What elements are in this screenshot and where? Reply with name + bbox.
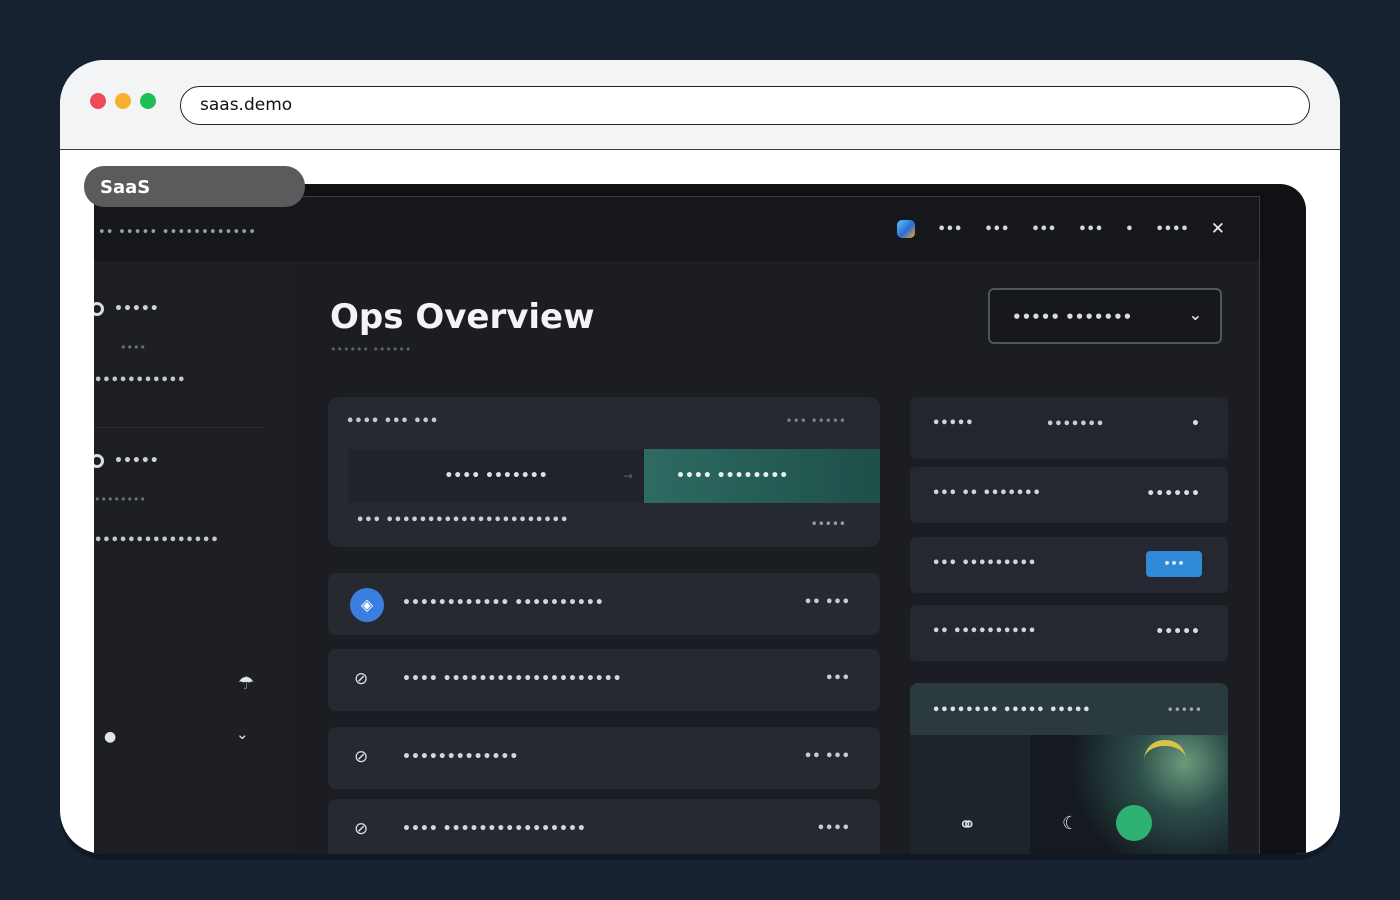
- preview-card[interactable]: •••••••• ••••• ••••• ••••• ⚭ ☾: [910, 683, 1228, 854]
- sidebar-item-sub: ••••: [120, 341, 146, 354]
- list-item-label: •••• ••••••••••••••••: [402, 821, 586, 837]
- topnav-item[interactable]: •: [1125, 222, 1133, 237]
- team-icon: ⚭: [958, 813, 977, 838]
- sidebar: ••••• •••• ••••••••••• ••••• •••••••• ••…: [94, 261, 294, 854]
- view-select[interactable]: ••••• ••••••• ⌄: [988, 288, 1222, 344]
- arrow-right-icon: →: [623, 469, 634, 483]
- dot-icon[interactable]: ●: [104, 729, 116, 745]
- list-item-value: •••: [825, 671, 850, 686]
- side-panel-item[interactable]: ••• •• ••••••• ••••••: [910, 467, 1228, 523]
- side-panel-item[interactable]: ••• ••••••••• •••: [910, 537, 1228, 593]
- maximize-window-icon[interactable]: [140, 93, 156, 109]
- page-title: Ops Overview: [330, 297, 595, 337]
- side-panel-item[interactable]: •• •••••••••• •••••: [910, 605, 1228, 661]
- side-panel-header: ••••• ••••••• •: [910, 397, 1228, 459]
- card-heading-meta: ••• •••••: [785, 414, 846, 428]
- umbrella-icon[interactable]: ☂: [238, 673, 254, 694]
- sidebar-item-label: •••••: [114, 301, 159, 317]
- app-brand[interactable]: •• ••••• ••••••••••••: [98, 225, 256, 240]
- panel-header-mid: •••••••: [1046, 417, 1105, 432]
- list-item-value: •• •••: [803, 749, 850, 764]
- list-item-value: •• •••: [803, 595, 850, 610]
- page-subtitle: •••••• ••••••: [330, 343, 412, 356]
- select-value: ••••• •••••••: [1012, 308, 1133, 326]
- panel-header-label: •••••: [932, 416, 974, 431]
- segmented-control: •••• ••••••• → •••• ••••••••: [348, 449, 880, 503]
- sidebar-item[interactable]: •••••••••••••••: [94, 533, 219, 548]
- moon-icon: ☾: [1062, 813, 1079, 834]
- segment-option[interactable]: •••• •••••••: [348, 449, 644, 503]
- minimize-window-icon[interactable]: [115, 93, 131, 109]
- topnav-item[interactable]: •••: [1078, 222, 1103, 237]
- category-badge: SaaS: [84, 166, 305, 207]
- card-heading: •••• ••• •••: [346, 414, 439, 429]
- sidebar-item[interactable]: •••••: [94, 301, 159, 317]
- link-icon: ⊘: [354, 747, 369, 767]
- circle-icon: [94, 454, 104, 468]
- side-panel-item-value: ••••••: [1146, 486, 1200, 502]
- close-icon[interactable]: ✕: [1211, 219, 1225, 239]
- top-nav: ••• ••• ••• ••• • •••• ✕: [897, 219, 1225, 239]
- list-item[interactable]: ◈ •••••••••••• •••••••••• •• •••: [328, 573, 880, 635]
- browser-window: saas.demo •• ••••• •••••••••••• ••• ••• …: [60, 60, 1340, 854]
- topnav-item[interactable]: •••: [937, 222, 962, 237]
- app-surface: •• ••••• •••••••••••• ••• ••• ••• ••• • …: [94, 196, 1260, 854]
- close-window-icon[interactable]: [90, 93, 106, 109]
- shield-icon: ◈: [350, 588, 384, 622]
- sidebar-item-sub: ••••••••: [94, 493, 146, 506]
- sidebar-item[interactable]: •••••: [94, 453, 159, 469]
- list-item[interactable]: ⊘ •••• •••••••••••••••••••• •••: [328, 649, 880, 711]
- app-screenshot: •• ••••• •••••••••••• ••• ••• ••• ••• • …: [94, 184, 1306, 854]
- topnav-item[interactable]: •••: [1031, 222, 1056, 237]
- chevron-down-icon: ⌄: [1188, 305, 1202, 324]
- link-icon: ⊘: [354, 819, 369, 839]
- circle-icon: [94, 302, 104, 316]
- card-footer-text: ••• ••••••••••••••••••••••: [356, 513, 569, 528]
- help-icon[interactable]: •: [1191, 416, 1200, 432]
- summary-card: •••• ••• ••• ••• ••••• •••• ••••••• → ••…: [328, 397, 880, 547]
- list-item-label: •••• ••••••••••••••••••••: [402, 671, 622, 687]
- card-footer-value: •••••: [810, 517, 846, 531]
- side-panel-item-label: ••• •••••••••: [932, 556, 1037, 571]
- topnav-item[interactable]: •••: [984, 222, 1009, 237]
- list-item-label: •••••••••••••: [402, 749, 519, 765]
- globe-icon: [1116, 805, 1152, 841]
- sidebar-item-label: •••••: [114, 453, 159, 469]
- segment-option-active[interactable]: •••• ••••••••: [644, 449, 880, 503]
- list-item[interactable]: ⊘ •••• •••••••••••••••• ••••: [328, 799, 880, 854]
- status-badge: •••: [1146, 551, 1202, 577]
- list-item[interactable]: ⊘ ••••••••••••• •• •••: [328, 727, 880, 789]
- side-panel-item-label: •• ••••••••••: [932, 624, 1037, 639]
- preview-card-meta: •••••: [1166, 703, 1202, 717]
- sidebar-item[interactable]: •••••••••••: [94, 373, 185, 388]
- topnav-item[interactable]: ••••: [1156, 222, 1189, 237]
- link-icon: ⊘: [354, 669, 369, 689]
- list-item-value: ••••: [816, 821, 850, 836]
- list-item-label: •••••••••••• ••••••••••: [402, 595, 604, 611]
- address-bar[interactable]: saas.demo: [180, 86, 1310, 125]
- sidebar-divider: [94, 427, 264, 428]
- side-panel-item-value: •••••: [1155, 624, 1200, 640]
- side-panel-item-label: ••• •• •••••••: [932, 486, 1041, 501]
- chevron-down-icon[interactable]: ⌄: [236, 725, 249, 743]
- browser-chrome: saas.demo: [60, 60, 1340, 150]
- app-logo-icon: [897, 220, 916, 238]
- preview-card-title: •••••••• ••••• •••••: [932, 703, 1091, 718]
